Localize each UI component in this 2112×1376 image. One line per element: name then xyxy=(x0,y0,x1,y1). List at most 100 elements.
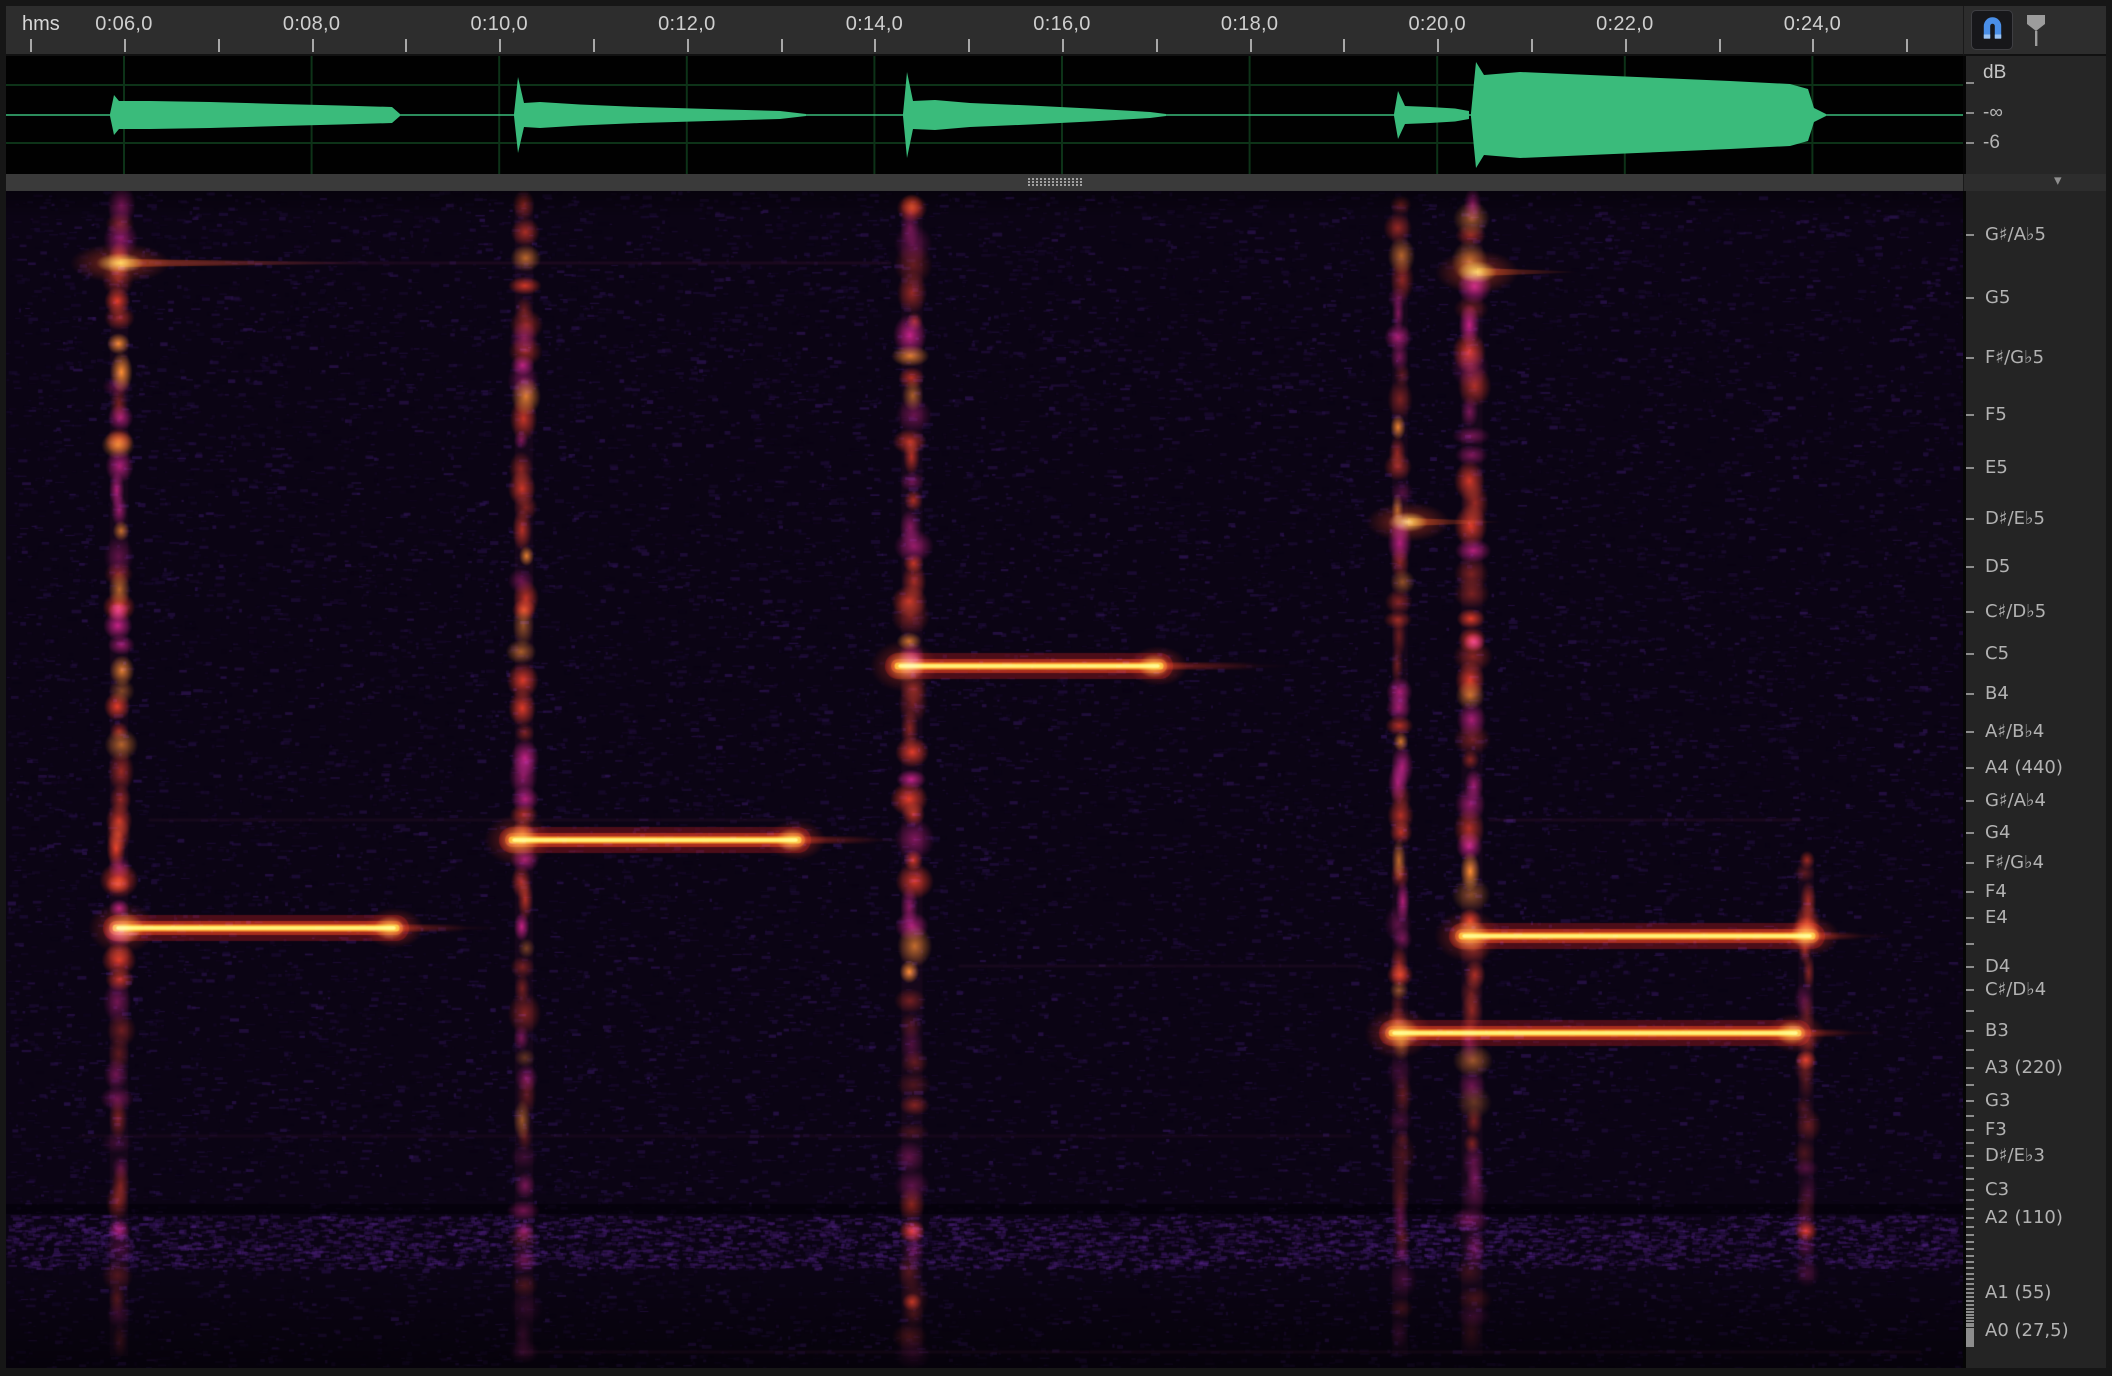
pitch-tick xyxy=(1966,1208,1974,1210)
pitch-label: C5 xyxy=(1985,643,2009,664)
pitch-tick xyxy=(1966,1336,1974,1338)
pitch-tick xyxy=(1966,1273,1974,1275)
time-tick xyxy=(968,39,970,52)
pitch-label: D♯/E♭3 xyxy=(1985,1145,2045,1166)
pitch-label: G♯/A♭4 xyxy=(1985,790,2046,811)
pitch-tick xyxy=(1966,1234,1974,1236)
pitch-label: A2 (110) xyxy=(1985,1207,2063,1228)
waveform-svg xyxy=(6,56,1963,174)
pitch-label: A0 (27,5) xyxy=(1985,1320,2069,1341)
pitch-tick xyxy=(1966,1288,1974,1290)
time-label: 0:24,0 xyxy=(1784,13,1841,36)
pitch-tick xyxy=(1966,518,1974,520)
pitch-tick xyxy=(1966,1311,1974,1313)
db-unit-label: dB xyxy=(1983,62,2006,84)
db-scale[interactable]: dB -∞ -6 xyxy=(1963,56,2106,174)
pitch-tick xyxy=(1966,1217,1974,1219)
pitch-tick xyxy=(1966,566,1974,568)
splitter-handle[interactable] xyxy=(1028,178,1084,187)
pitch-tick xyxy=(1966,1330,1974,1332)
time-tick xyxy=(874,39,876,52)
toolbar-corner xyxy=(1963,6,2106,56)
pitch-label: F5 xyxy=(1985,404,2007,425)
pitch-tick xyxy=(1966,467,1974,469)
waveform-event xyxy=(110,95,400,135)
time-tick xyxy=(1062,39,1064,52)
pitch-tick xyxy=(1966,1328,1974,1330)
pitch-label: D♯/E♭5 xyxy=(1985,508,2045,529)
time-tick xyxy=(1156,39,1158,52)
pitch-tick xyxy=(1966,1010,1974,1012)
pitch-tick xyxy=(1966,917,1974,919)
pitch-label: D4 xyxy=(1985,956,2010,977)
waveform-event xyxy=(514,77,806,153)
splitter-right-corner: ▾ xyxy=(1963,174,2106,191)
pitch-tick xyxy=(1966,832,1974,834)
pitch-tick xyxy=(1966,414,1974,416)
pitch-label: B4 xyxy=(1985,683,2009,704)
pitch-label: F♯/G♭4 xyxy=(1985,852,2044,873)
pitch-tick xyxy=(1966,1283,1974,1285)
time-tick xyxy=(499,39,501,52)
time-tick xyxy=(312,39,314,52)
pitch-label: C♯/D♭5 xyxy=(1985,601,2046,622)
db-tick xyxy=(1966,142,1974,144)
pitch-tick xyxy=(1966,1178,1974,1180)
pitch-tick xyxy=(1966,1267,1974,1269)
pitch-tick xyxy=(1966,1142,1974,1144)
waveform-event xyxy=(1471,62,1826,168)
pitch-label: G3 xyxy=(1985,1090,2010,1111)
pitch-tick xyxy=(1966,1248,1974,1250)
pitch-label: E5 xyxy=(1985,457,2008,478)
time-tick xyxy=(405,39,407,52)
pitch-scale[interactable]: G♯/A♭5G5F♯/G♭5F5E5D♯/E♭5D5C♯/D♭5C5B4A♯/B… xyxy=(1963,191,2106,1368)
time-tick xyxy=(687,39,689,52)
pitch-tick xyxy=(1966,1084,1974,1086)
db-tick xyxy=(1966,112,1974,114)
time-label: 0:22,0 xyxy=(1596,13,1653,36)
time-tick xyxy=(1625,39,1627,52)
pitch-label: A4 (440) xyxy=(1985,757,2063,778)
pitch-tick xyxy=(1966,943,1974,945)
time-unit-label: hms xyxy=(22,13,60,36)
pitch-tick xyxy=(1966,1226,1974,1228)
pitch-label: B3 xyxy=(1985,1020,2009,1041)
pitch-tick xyxy=(1966,1338,1974,1340)
time-label: 0:20,0 xyxy=(1408,13,1465,36)
pitch-label: G♯/A♭5 xyxy=(1985,224,2046,245)
pitch-tick xyxy=(1966,891,1974,893)
marker-pin-button[interactable] xyxy=(2022,12,2050,50)
snap-toggle-button[interactable] xyxy=(1971,10,2013,50)
pitch-label: C3 xyxy=(1985,1179,2009,1200)
panel-splitter[interactable] xyxy=(6,174,1963,191)
waveform-display[interactable] xyxy=(6,56,1963,174)
pitch-tick xyxy=(1966,1067,1974,1069)
pitch-label: A3 (220) xyxy=(1985,1057,2063,1078)
pitch-tick xyxy=(1966,1199,1974,1201)
pitch-tick xyxy=(1966,1155,1974,1157)
time-tick xyxy=(1437,39,1439,52)
pitch-label: G4 xyxy=(1985,822,2010,843)
pitch-tick xyxy=(1966,862,1974,864)
time-ruler[interactable]: hms 0:06,00:08,00:10,00:12,00:14,00:16,0… xyxy=(6,6,1963,56)
time-tick xyxy=(1250,39,1252,52)
pitch-tick xyxy=(1966,1320,1974,1322)
pitch-tick xyxy=(1966,1100,1974,1102)
time-tick xyxy=(1719,39,1721,52)
collapse-arrow-icon[interactable]: ▾ xyxy=(2054,171,2062,189)
pitch-label: F3 xyxy=(1985,1119,2007,1140)
time-label: 0:18,0 xyxy=(1221,13,1278,36)
app-frame: hms 0:06,00:08,00:10,00:12,00:14,00:16,0… xyxy=(0,0,2112,1376)
pitch-tick xyxy=(1966,1308,1974,1310)
spectrogram-canvas[interactable] xyxy=(6,191,1963,1368)
pitch-tick xyxy=(1966,1241,1974,1243)
pitch-tick xyxy=(1966,234,1974,236)
pitch-tick xyxy=(1966,1261,1974,1263)
pitch-label: A1 (55) xyxy=(1985,1282,2051,1303)
pitch-tick xyxy=(1966,297,1974,299)
time-tick xyxy=(218,39,220,52)
pitch-tick xyxy=(1966,1030,1974,1032)
pitch-tick xyxy=(1966,1300,1974,1302)
pitch-tick xyxy=(1966,357,1974,359)
pitch-label: F♯/G♭5 xyxy=(1985,347,2044,368)
